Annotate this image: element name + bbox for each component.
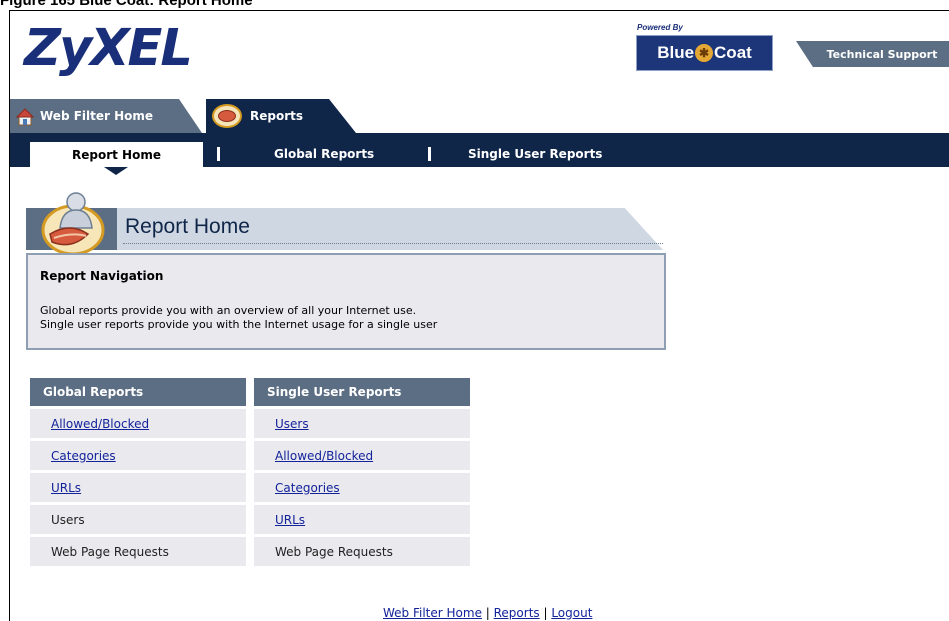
list-item: Allowed/Blocked xyxy=(254,441,470,470)
page-title: Report Home xyxy=(125,215,250,238)
user-report-icon xyxy=(40,188,106,256)
footer-separator: | xyxy=(481,606,494,620)
technical-support-link[interactable]: Technical Support xyxy=(796,41,949,67)
single-urls-link[interactable]: URLs xyxy=(275,513,305,527)
single-user-reports-heading: Single User Reports xyxy=(254,378,470,406)
list-item: Web Page Requests xyxy=(30,537,246,566)
bluecoat-star-icon: ✱ xyxy=(695,44,714,62)
report-navigation-panel: Report Navigation Global reports provide… xyxy=(26,253,666,350)
global-reports-table: Global Reports Allowed/Blocked Categorie… xyxy=(30,378,246,566)
footer-links: Web Filter Home | Reports | Logout xyxy=(383,606,592,620)
description-line-1: Global reports provide you with an overv… xyxy=(40,304,417,317)
report-navigation-description: Global reports provide you with an overv… xyxy=(40,304,437,332)
single-users-link[interactable]: Users xyxy=(275,417,309,431)
footer-logout-link[interactable]: Logout xyxy=(551,606,592,620)
tab-reports[interactable]: Reports xyxy=(206,99,356,133)
subtab-report-home[interactable]: Report Home xyxy=(30,142,203,167)
footer-reports-link[interactable]: Reports xyxy=(494,606,540,620)
banner-divider xyxy=(123,243,663,244)
figure-caption: Figure 165 Blue Coat: Report Home xyxy=(0,0,253,9)
footer-web-filter-home-link[interactable]: Web Filter Home xyxy=(383,606,482,620)
global-categories-link[interactable]: Categories xyxy=(51,449,116,463)
description-line-2: Single user reports provide you with the… xyxy=(40,318,438,331)
subtab-single-user-reports[interactable]: Single User Reports xyxy=(468,147,602,161)
single-web-page-requests-text: Web Page Requests xyxy=(275,544,393,559)
subtab-separator xyxy=(428,147,431,161)
list-item: URLs xyxy=(254,505,470,534)
house-icon xyxy=(15,108,35,126)
global-reports-heading: Global Reports xyxy=(30,378,246,406)
single-user-reports-table: Single User Reports Users Allowed/Blocke… xyxy=(254,378,470,566)
list-item: Users xyxy=(254,409,470,438)
list-item: Web Page Requests xyxy=(254,537,470,566)
bluecoat-logo: Blue ✱ Coat xyxy=(636,35,773,71)
footer-separator: | xyxy=(539,606,552,620)
tab-reports-label: Reports xyxy=(250,109,304,123)
global-allowed-blocked-link[interactable]: Allowed/Blocked xyxy=(51,417,149,431)
single-categories-link[interactable]: Categories xyxy=(275,481,340,495)
list-item: Categories xyxy=(30,441,246,470)
global-users-text: Users xyxy=(51,512,85,527)
zyxel-logo: ZyXEL xyxy=(24,19,193,78)
active-subtab-pointer xyxy=(104,167,128,175)
bluecoat-logo-left: Blue xyxy=(657,43,695,62)
tab-web-filter-home[interactable]: Web Filter Home xyxy=(10,99,202,133)
global-web-page-requests-text: Web Page Requests xyxy=(51,544,169,559)
subtab-separator xyxy=(217,147,220,161)
powered-by-label: Powered By xyxy=(637,23,683,32)
list-item: URLs xyxy=(30,473,246,502)
single-allowed-blocked-link[interactable]: Allowed/Blocked xyxy=(275,449,373,463)
list-item: Allowed/Blocked xyxy=(30,409,246,438)
list-item: Users xyxy=(30,505,246,534)
tab-web-filter-home-label: Web Filter Home xyxy=(40,109,154,123)
pie-chart-icon xyxy=(212,104,242,128)
list-item: Categories xyxy=(254,473,470,502)
bluecoat-logo-right: Coat xyxy=(714,43,752,62)
subtab-global-reports[interactable]: Global Reports xyxy=(274,147,374,161)
global-urls-link[interactable]: URLs xyxy=(51,481,81,495)
report-navigation-heading: Report Navigation xyxy=(40,269,164,283)
browser-page: ZyXEL Powered By Blue ✱ Coat Technical S… xyxy=(9,10,949,621)
